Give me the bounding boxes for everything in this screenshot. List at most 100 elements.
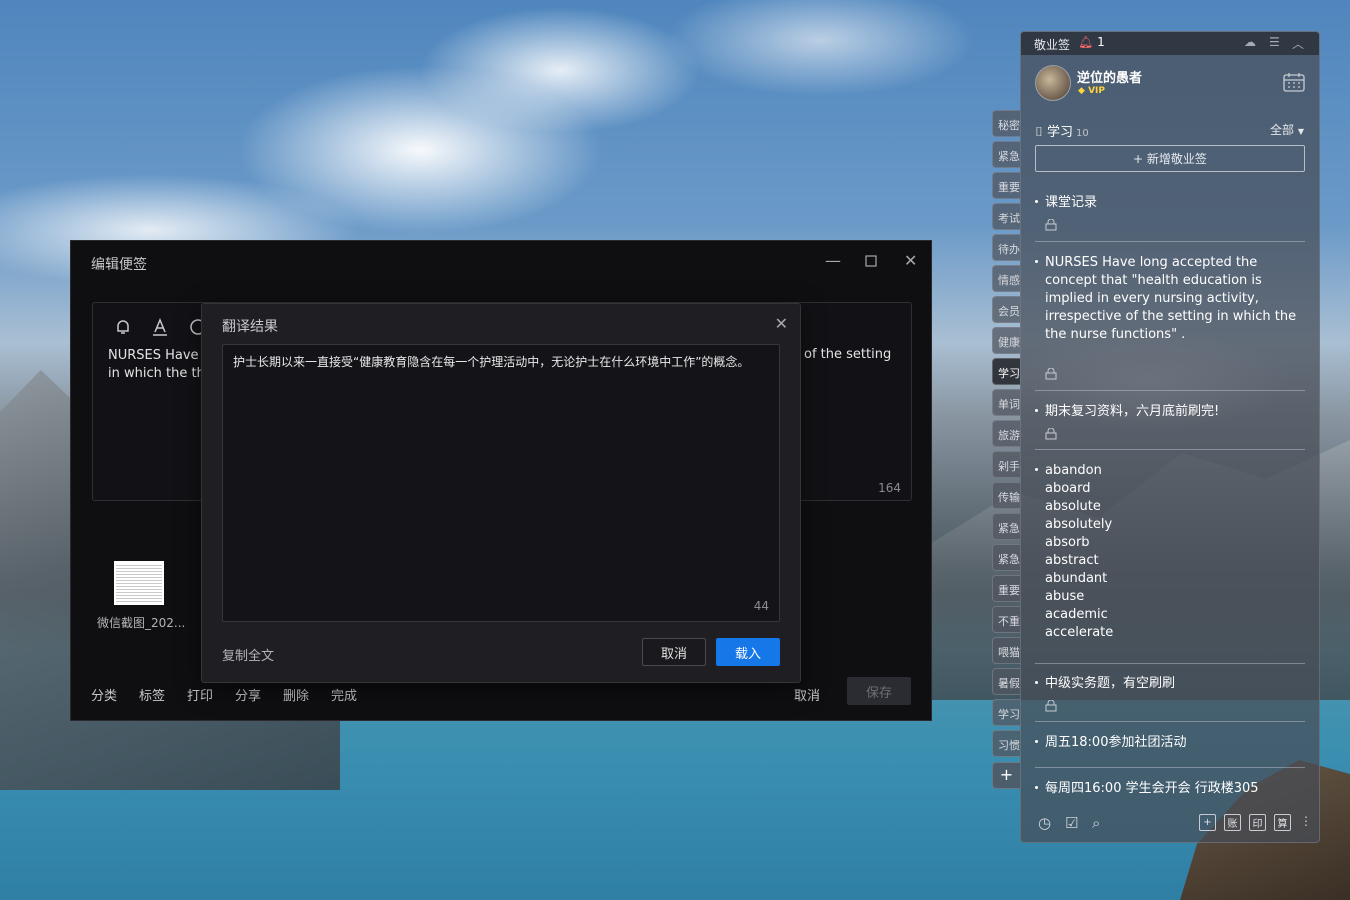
- notification-count: 1: [1097, 35, 1105, 49]
- font-color-icon[interactable]: [150, 317, 170, 337]
- side-tab[interactable]: 考试: [992, 203, 1020, 230]
- print-icon[interactable]: 印: [1249, 814, 1266, 831]
- cancel-button[interactable]: 取消: [642, 638, 706, 666]
- vip-label: VIP: [1088, 86, 1105, 96]
- side-tab[interactable]: 学习: [992, 699, 1020, 726]
- bell-icon[interactable]: [113, 317, 133, 337]
- maximize-icon[interactable]: [865, 252, 877, 271]
- menu-icon[interactable]: ☰: [1269, 35, 1280, 49]
- attachment-thumbnail[interactable]: [114, 561, 164, 605]
- lock-icon: [1045, 368, 1057, 380]
- tag-button[interactable]: 标签: [139, 685, 165, 704]
- side-tab[interactable]: 紧急: [992, 513, 1020, 540]
- side-tab[interactable]: 习惯: [992, 730, 1020, 757]
- group-name: 学习: [1046, 125, 1073, 140]
- char-count: 44: [753, 599, 769, 613]
- app-name: 敬业签: [1034, 38, 1071, 52]
- account-icon[interactable]: 账: [1224, 814, 1241, 831]
- note-text-right: of the setting: [804, 347, 892, 362]
- note-text-left: NURSES Have l in which the th: [108, 347, 208, 383]
- chevron-down-icon: ▼: [1297, 127, 1304, 136]
- print-button[interactable]: 打印: [187, 685, 213, 704]
- note-item[interactable]: 周五18:00参加社团活动: [1035, 734, 1305, 768]
- note-item[interactable]: 课堂记录: [1035, 194, 1305, 242]
- side-tab[interactable]: 不重: [992, 606, 1020, 633]
- checklist-icon[interactable]: ☑: [1065, 814, 1078, 832]
- note-panel: 敬业签 🔔︎ 1 ☁ ☰ ︿ 逆位的愚者 ◆ VIP ⌷ 学习 10 全部 ▼ +…: [1020, 31, 1320, 843]
- bookmark-icon: ⌷: [1035, 125, 1043, 140]
- close-icon[interactable]: ✕: [775, 314, 788, 333]
- note-item[interactable]: 每周四16:00 学生会开会 行政楼305: [1035, 780, 1305, 802]
- note-item[interactable]: 期末复习资料，六月底前刷完!: [1035, 403, 1305, 450]
- side-tab[interactable]: 秘密: [992, 110, 1020, 137]
- category-button[interactable]: 分类: [91, 685, 117, 704]
- side-tab-active[interactable]: 学习: [992, 358, 1020, 385]
- side-tab[interactable]: 紧急: [992, 544, 1020, 571]
- note-item[interactable]: NURSES Have long accepted the concept th…: [1035, 254, 1305, 391]
- filter-label: 全部: [1270, 123, 1295, 137]
- load-button[interactable]: 载入: [716, 638, 780, 666]
- side-tab[interactable]: 单词: [992, 389, 1020, 416]
- close-icon[interactable]: ✕: [904, 251, 917, 270]
- note-item[interactable]: 中级实务题，有空刷刷: [1035, 675, 1305, 722]
- clock-icon[interactable]: ◷: [1038, 814, 1051, 832]
- note-text: 周五18:00参加社团活动: [1035, 734, 1305, 752]
- new-note-label: 新增敬业签: [1146, 152, 1207, 166]
- side-tab[interactable]: 重要: [992, 172, 1020, 199]
- plus-icon: +: [1133, 151, 1147, 166]
- translation-textarea[interactable]: 护士长期以来一直接受“健康教育隐含在每一个护理活动中，无论护士在什么环境中工作”…: [222, 344, 780, 622]
- copy-all-button[interactable]: 复制全文: [222, 645, 274, 664]
- add-category-icon[interactable]: +: [992, 762, 1020, 789]
- dialog-title: 翻译结果: [222, 319, 278, 335]
- lock-icon: [1045, 219, 1057, 231]
- calendar-icon[interactable]: [1283, 72, 1305, 92]
- side-tab[interactable]: 重要: [992, 575, 1020, 602]
- side-tab[interactable]: 情感: [992, 265, 1020, 292]
- translation-dialog: 翻译结果 ✕ 护士长期以来一直接受“健康教育隐含在每一个护理活动中，无论护士在什…: [201, 303, 801, 683]
- share-button[interactable]: 分享: [235, 685, 261, 704]
- vip-badge: ◆ VIP: [1078, 86, 1105, 96]
- editor-cancel-button[interactable]: 取消: [794, 685, 820, 704]
- cloud-sync-icon[interactable]: ☁: [1244, 35, 1256, 49]
- more-icon[interactable]: ⋮: [1300, 814, 1312, 828]
- save-button[interactable]: 保存: [847, 677, 911, 705]
- calculator-icon[interactable]: 算: [1274, 814, 1291, 831]
- window-title: 编辑便签: [91, 257, 147, 273]
- note-text-line: in which the th: [108, 366, 205, 381]
- new-note-button[interactable]: + 新增敬业签: [1035, 145, 1305, 172]
- username: 逆位的愚者: [1077, 71, 1143, 86]
- side-tab[interactable]: 待办: [992, 234, 1020, 261]
- note-text: 每周四16:00 学生会开会 行政楼305: [1035, 780, 1305, 798]
- lock-icon: [1045, 428, 1057, 440]
- filter-dropdown[interactable]: 全部 ▼: [1270, 121, 1304, 138]
- side-tab[interactable]: 紧急: [992, 141, 1020, 168]
- note-text: NURSES Have long accepted the concept th…: [1035, 254, 1305, 344]
- collapse-icon[interactable]: ︿: [1292, 35, 1304, 52]
- char-count: 164: [878, 481, 901, 495]
- side-tab[interactable]: 健康: [992, 327, 1020, 354]
- note-text: abandon aboard absolute absolutely absor…: [1035, 462, 1305, 642]
- note-item[interactable]: abandon aboard absolute absolutely absor…: [1035, 462, 1305, 664]
- note-text-line: NURSES Have l: [108, 348, 207, 363]
- note-text: 期末复习资料，六月底前刷完!: [1035, 403, 1305, 421]
- group-header: ⌷ 学习 10: [1035, 121, 1089, 140]
- side-tab[interactable]: 剁手: [992, 451, 1020, 478]
- bell-icon: 🔔︎: [1078, 35, 1094, 49]
- note-text: 课堂记录: [1035, 194, 1305, 212]
- side-tab[interactable]: 喂猫: [992, 637, 1020, 664]
- minimize-icon[interactable]: —: [825, 251, 841, 270]
- search-icon[interactable]: ⌕: [1092, 814, 1100, 832]
- add-icon[interactable]: +: [1199, 814, 1216, 831]
- side-tab[interactable]: 旅游: [992, 420, 1020, 447]
- done-button[interactable]: 完成: [331, 685, 357, 704]
- group-count: 10: [1075, 128, 1089, 139]
- note-text: 中级实务题，有空刷刷: [1035, 675, 1305, 693]
- side-tab[interactable]: 会员: [992, 296, 1020, 323]
- side-tab[interactable]: 暑假: [992, 668, 1020, 695]
- delete-button[interactable]: 删除: [283, 685, 309, 704]
- notification[interactable]: 🔔︎ 1: [1078, 35, 1105, 49]
- lock-icon: [1045, 700, 1057, 712]
- side-tab[interactable]: 传输: [992, 482, 1020, 509]
- avatar[interactable]: [1035, 65, 1071, 101]
- translation-text: 护士长期以来一直接受“健康教育隐含在每一个护理活动中，无论护士在什么环境中工作”…: [233, 355, 750, 369]
